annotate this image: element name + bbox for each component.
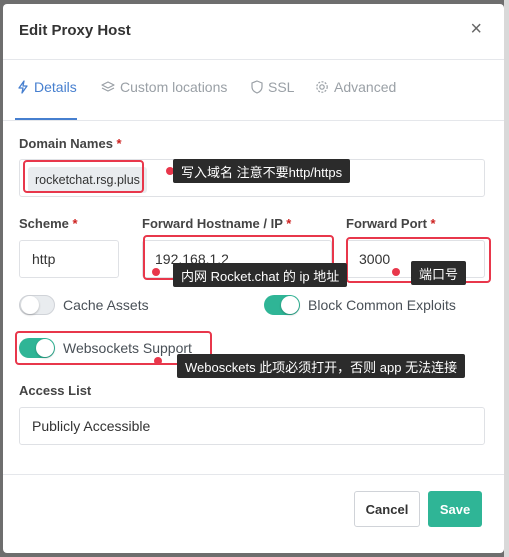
shield-icon [251, 80, 263, 94]
websockets-annotation-dot [154, 357, 162, 365]
tab-details-label: Details [34, 79, 77, 95]
access-list-label: Access List [19, 383, 92, 398]
tab-custom-locations[interactable]: Custom locations [101, 79, 227, 95]
cache-assets-label: Cache Assets [63, 297, 149, 313]
background-page-strip [504, 0, 509, 557]
cancel-button[interactable]: Cancel [354, 491, 420, 527]
tab-ssl-label: SSL [268, 79, 295, 95]
toggle-knob [21, 296, 39, 314]
scheme-select[interactable]: http [19, 240, 119, 278]
tab-bar: Details Custom locations SSL Advanced [3, 61, 504, 121]
forward-hostname-label: Forward Hostname / IP * [142, 216, 292, 231]
block-exploits-toggle[interactable] [264, 295, 300, 315]
port-annotation-tip: 端口号 [411, 261, 467, 285]
tab-advanced-label: Advanced [334, 79, 397, 95]
required-mark: * [72, 216, 78, 231]
layers-icon [101, 81, 115, 92]
modal-title: Edit Proxy Host [19, 22, 131, 39]
modal-header: Edit Proxy Host × [3, 4, 504, 60]
domain-names-label: Domain Names * [19, 136, 122, 151]
gear-icon [316, 81, 328, 93]
hostname-annotation-dot [152, 268, 160, 276]
hostname-annotation-tip: 内网 Rocket.chat 的 ip 地址 [173, 263, 348, 287]
bolt-icon [18, 80, 28, 94]
required-mark: * [430, 216, 436, 231]
tab-ssl[interactable]: SSL [251, 79, 294, 95]
port-annotation-dot [392, 268, 400, 276]
domain-highlight-box [23, 160, 144, 193]
forward-port-label: Forward Port * [346, 216, 436, 231]
toggle-knob [281, 296, 299, 314]
block-exploits-label: Block Common Exploits [308, 297, 456, 313]
access-list-select[interactable]: Publicly Accessible [19, 407, 485, 445]
required-mark: * [286, 216, 292, 231]
scheme-label: Scheme * [19, 216, 78, 231]
required-mark: * [116, 136, 122, 151]
websockets-annotation-tip: Webosckets 此项必须打开，否则 app 无法连接 [177, 354, 466, 378]
domain-annotation-tip: 写入域名 注意不要http/https [173, 159, 351, 183]
active-tab-indicator [15, 118, 77, 120]
cache-assets-toggle[interactable] [19, 295, 55, 315]
tab-custom-locations-label: Custom locations [120, 79, 228, 95]
tab-advanced[interactable]: Advanced [315, 79, 396, 95]
tab-details[interactable]: Details [17, 79, 77, 95]
save-button[interactable]: Save [428, 491, 482, 527]
close-icon[interactable]: × [470, 19, 482, 39]
